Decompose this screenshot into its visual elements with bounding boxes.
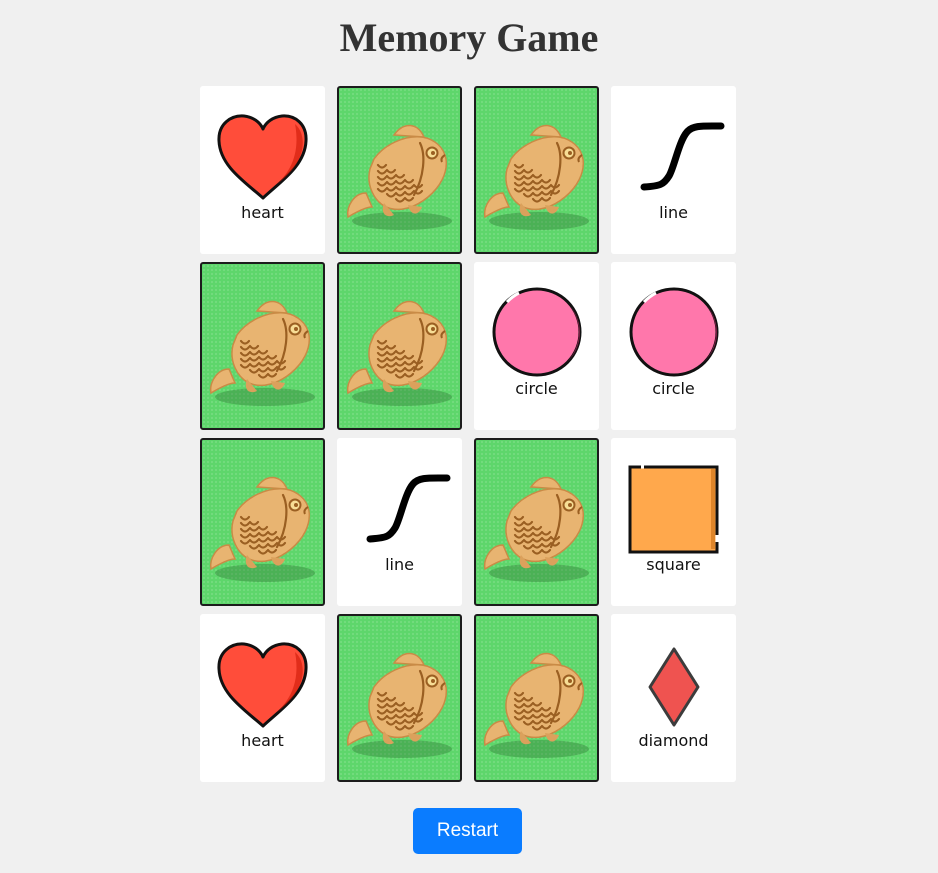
restart-button[interactable]: Restart: [413, 808, 522, 854]
square-icon: [628, 465, 719, 554]
diamond-icon: [648, 647, 700, 727]
card-face-up-line[interactable]: line: [611, 86, 736, 254]
taiyaki-fish-icon: [346, 124, 452, 230]
card-face-up-heart[interactable]: heart: [200, 614, 325, 782]
card-face-up-circle[interactable]: circle: [611, 262, 736, 430]
taiyaki-fish-icon: [483, 476, 589, 582]
card-label: circle: [652, 379, 695, 398]
taiyaki-fish-icon: [483, 652, 589, 758]
card-label: heart: [241, 731, 284, 750]
card-label: heart: [241, 203, 284, 222]
line-icon: [640, 122, 725, 191]
card-face-up-heart[interactable]: heart: [200, 86, 325, 254]
card-face-down[interactable]: [474, 438, 599, 606]
circle-icon: [629, 287, 719, 377]
card-face-up-circle[interactable]: circle: [474, 262, 599, 430]
card-label: diamond: [638, 731, 709, 750]
card-face-down[interactable]: [474, 86, 599, 254]
line-icon: [366, 474, 451, 543]
card-face-up-line[interactable]: line: [337, 438, 462, 606]
card-label: line: [659, 203, 688, 222]
card-label: line: [385, 555, 414, 574]
heart-icon: [217, 114, 308, 200]
card-face-down[interactable]: [474, 614, 599, 782]
circle-icon: [492, 287, 582, 377]
card-grid: heart line circle circle line square hea…: [200, 86, 736, 782]
card-face-down[interactable]: [337, 614, 462, 782]
heart-icon: [217, 642, 308, 728]
card-face-up-square[interactable]: square: [611, 438, 736, 606]
card-face-up-diamond[interactable]: diamond: [611, 614, 736, 782]
card-face-down[interactable]: [200, 438, 325, 606]
page-title: Memory Game: [339, 15, 599, 60]
taiyaki-fish-icon: [209, 300, 315, 406]
card-face-down[interactable]: [337, 262, 462, 430]
card-face-down[interactable]: [200, 262, 325, 430]
taiyaki-fish-icon: [483, 124, 589, 230]
card-face-down[interactable]: [337, 86, 462, 254]
card-label: square: [646, 555, 701, 574]
taiyaki-fish-icon: [209, 476, 315, 582]
taiyaki-fish-icon: [346, 652, 452, 758]
card-label: circle: [515, 379, 558, 398]
taiyaki-fish-icon: [346, 300, 452, 406]
